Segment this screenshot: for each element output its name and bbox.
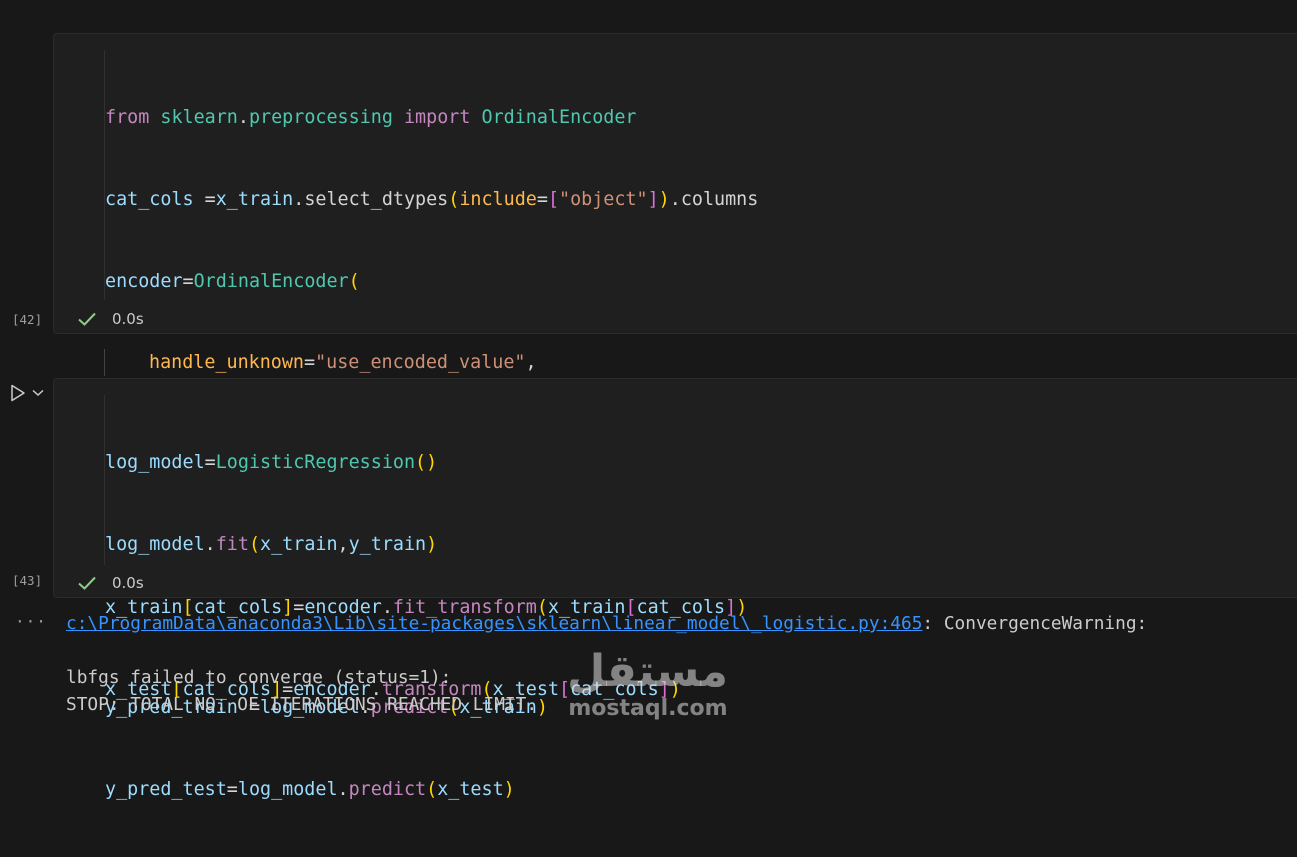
code-line: y_pred_test=log_model.predict(x_test): [105, 778, 515, 800]
play-icon[interactable]: [10, 384, 26, 402]
cell-status: 0.0s: [78, 309, 144, 329]
output-line: STOP: TOTAL NO. OF ITERATIONS REACHED LI…: [66, 694, 538, 715]
watermark-logo: مستقل mostaql.com: [567, 646, 728, 724]
cell-run-controls[interactable]: [10, 384, 44, 402]
code-line: from sklearn.preprocessing import Ordina…: [105, 107, 637, 129]
execution-count: [42]: [12, 312, 43, 327]
code-cell-2[interactable]: log_model=LogisticRegression() log_model…: [53, 378, 1297, 800]
check-icon: [78, 576, 96, 590]
execution-time: 0.0s: [112, 310, 144, 328]
execution-time: 0.0s: [112, 574, 144, 592]
execution-count: [43]: [12, 573, 43, 588]
code-line: encoder=OrdinalEncoder(: [105, 270, 360, 292]
watermark-latin: mostaql.com: [568, 696, 728, 721]
code-editor[interactable]: from sklearn.preprocessing import Ordina…: [104, 50, 759, 700]
code-line: handle_unknown="use_encoded_value",: [104, 349, 758, 377]
chevron-down-icon[interactable]: [32, 389, 44, 397]
output-warning-type: : ConvergenceWarning:: [922, 613, 1148, 634]
code-line: log_model.fit(x_train,y_train): [105, 534, 438, 555]
cell-status: 0.0s: [78, 573, 144, 593]
output-more-actions[interactable]: ···: [15, 612, 47, 631]
code-line: log_model=LogisticRegression(): [105, 452, 438, 474]
code-cell-1[interactable]: from sklearn.preprocessing import Ordina…: [53, 33, 1297, 700]
code-editor[interactable]: log_model=LogisticRegression() log_model…: [104, 395, 548, 800]
watermark-arabic: مستقل: [567, 646, 728, 697]
output-file-link[interactable]: c:\ProgramData\anaconda3\Lib\site-packag…: [66, 613, 922, 634]
check-icon: [78, 312, 96, 326]
output-line: lbfgs failed to converge (status=1):: [66, 667, 452, 688]
code-line: cat_cols =x_train.select_dtypes(include=…: [105, 189, 759, 210]
